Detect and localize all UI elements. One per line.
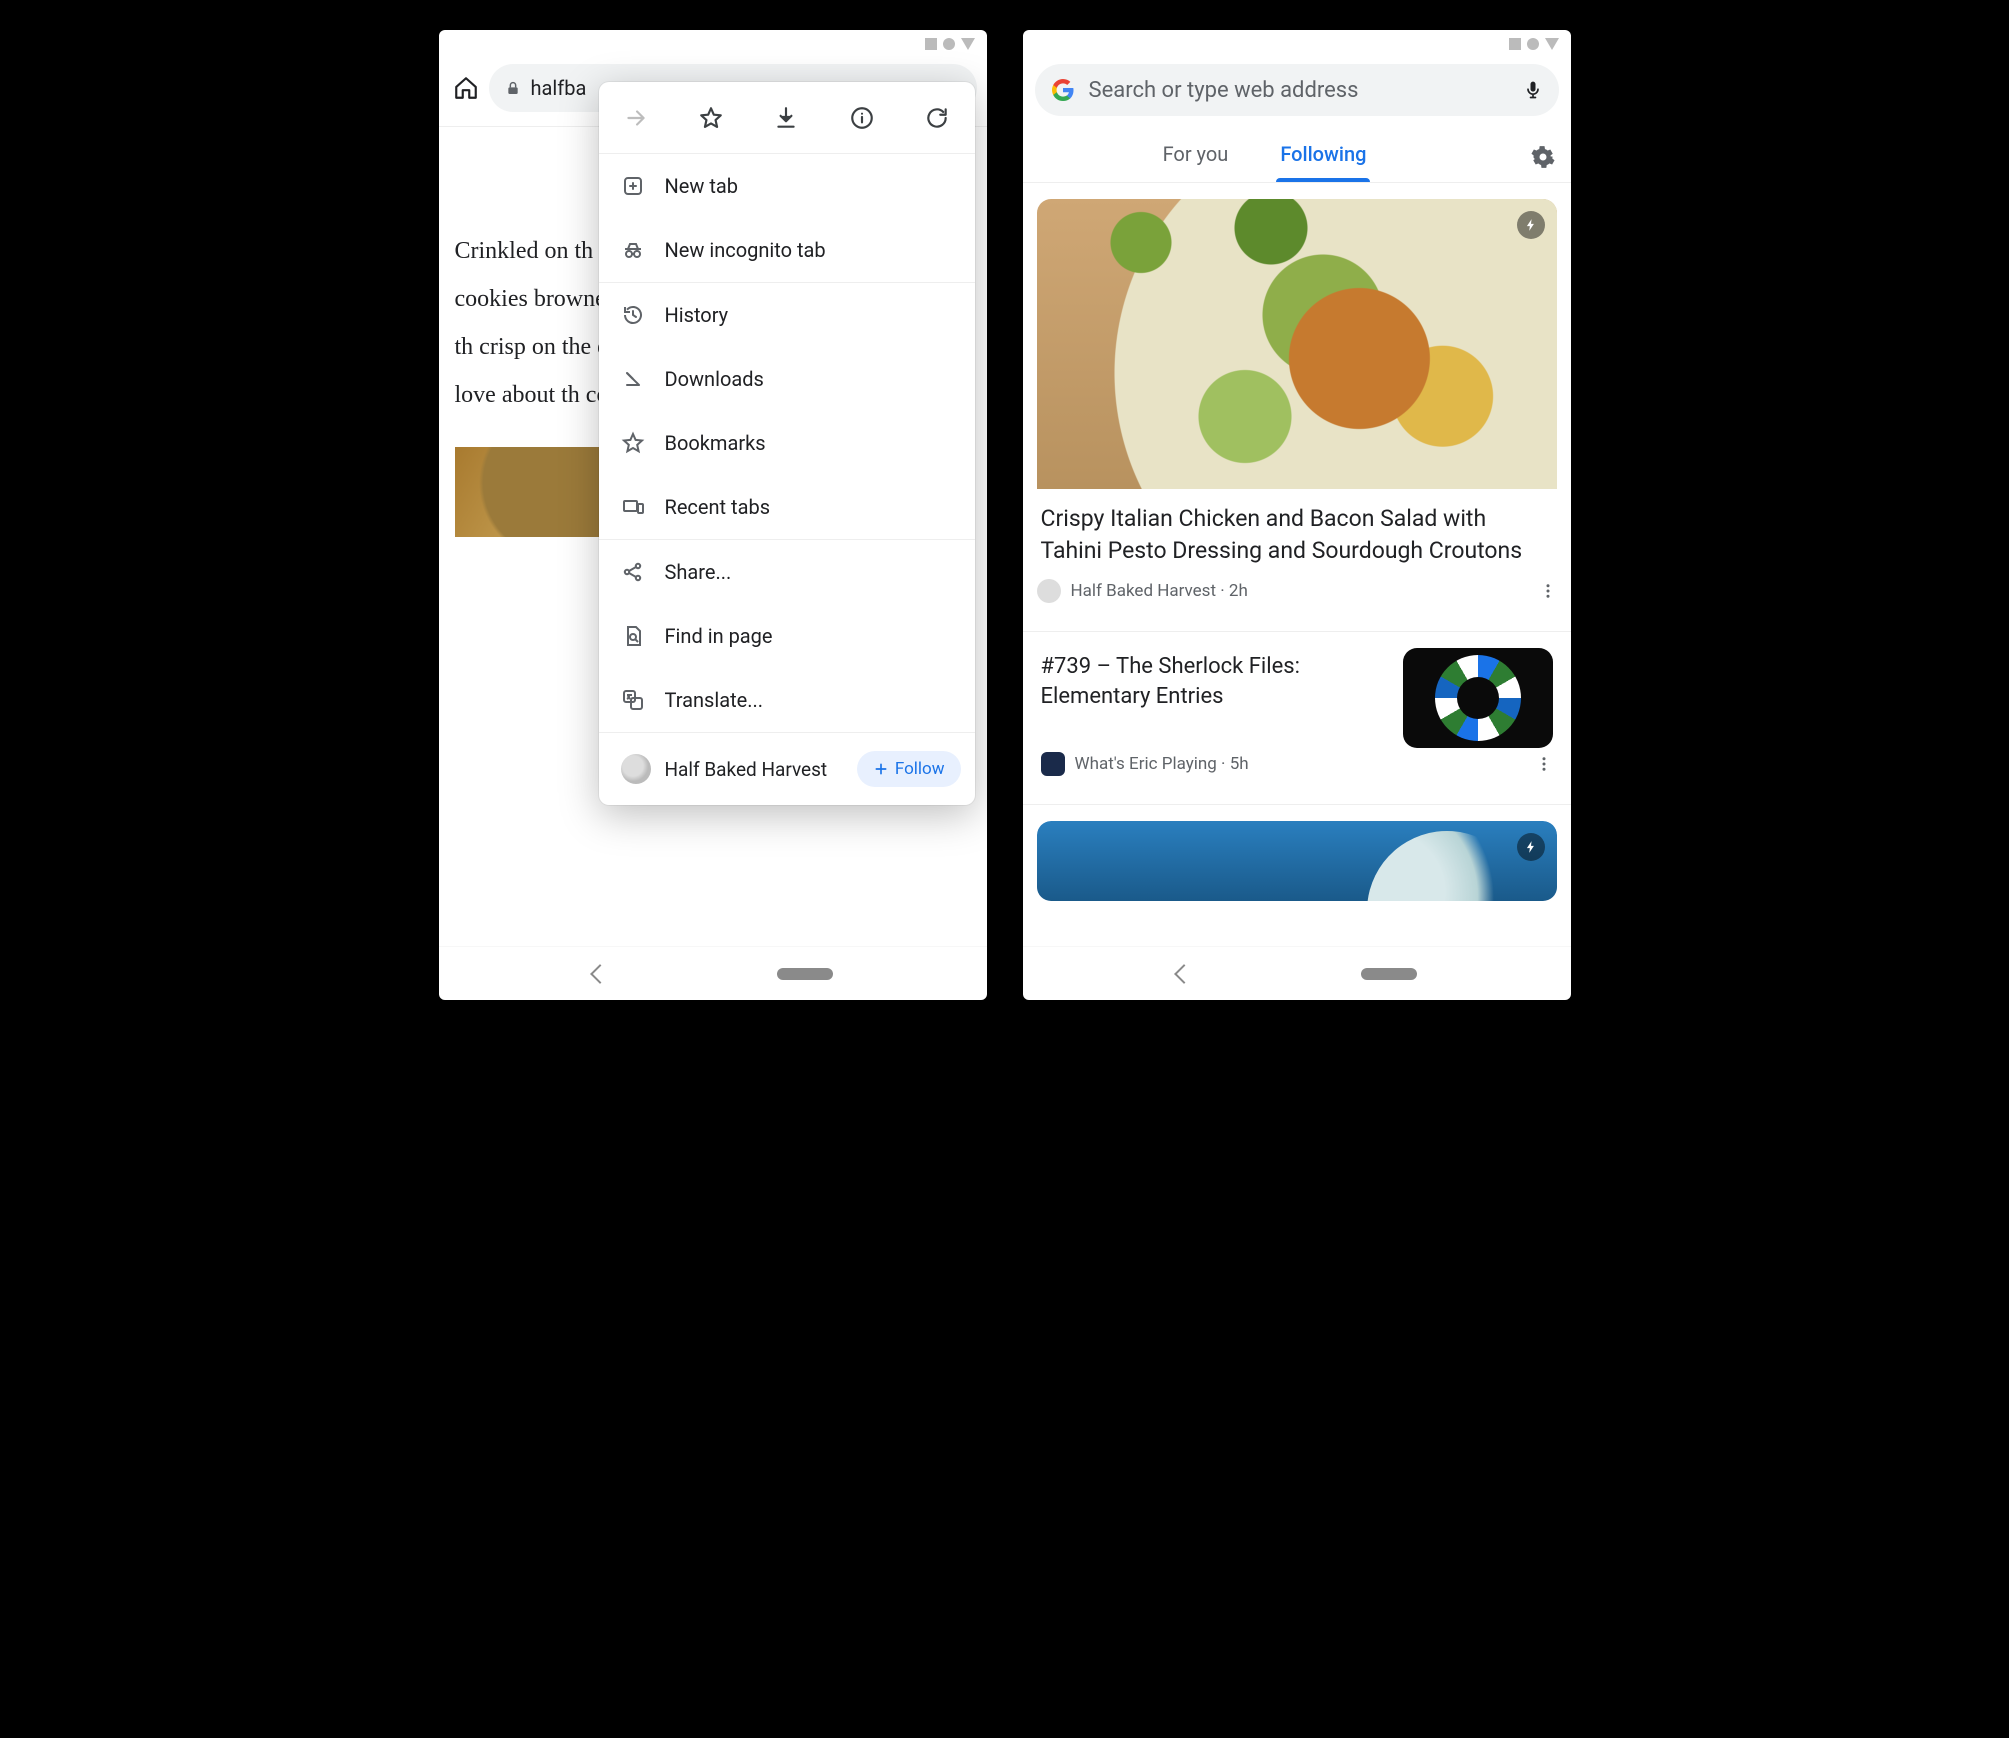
tab-following[interactable]: Following xyxy=(1276,132,1370,182)
menu-label: History xyxy=(665,303,729,327)
history-icon xyxy=(621,303,645,327)
menu-label: Translate... xyxy=(665,688,764,712)
menu-label: Recent tabs xyxy=(665,495,771,519)
translate-icon xyxy=(621,688,645,712)
menu-new-incognito[interactable]: New incognito tab xyxy=(599,218,975,282)
status-icon xyxy=(925,38,937,50)
incognito-icon xyxy=(621,238,645,262)
download-icon[interactable] xyxy=(773,105,799,131)
menu-label: Downloads xyxy=(665,367,764,391)
reload-icon[interactable] xyxy=(924,105,950,131)
follow-label: Follow xyxy=(895,759,945,779)
site-favicon xyxy=(621,754,651,784)
card-source: Half Baked Harvest · 2h xyxy=(1071,581,1529,601)
search-placeholder: Search or type web address xyxy=(1089,78,1509,103)
system-nav-bar xyxy=(1023,946,1571,1000)
find-page-icon xyxy=(621,624,645,648)
home-icon[interactable] xyxy=(453,75,479,101)
card-thumbnail xyxy=(1403,648,1553,748)
menu-bookmarks[interactable]: Bookmarks xyxy=(599,411,975,475)
card-meta: What's Eric Playing · 5h xyxy=(1041,748,1553,794)
menu-recent-tabs[interactable]: Recent tabs xyxy=(599,475,975,539)
menu-label: Share... xyxy=(665,560,732,584)
menu-label: New incognito tab xyxy=(665,238,826,262)
downloads-icon xyxy=(621,367,645,391)
nav-home-pill[interactable] xyxy=(777,968,833,980)
nav-back-icon[interactable] xyxy=(1174,964,1194,984)
menu-share[interactable]: Share... xyxy=(599,540,975,604)
status-icon xyxy=(1509,38,1521,50)
bookmark-star-icon xyxy=(621,431,645,455)
plus-icon xyxy=(873,761,889,777)
menu-follow-row: Half Baked Harvest Follow xyxy=(599,733,975,805)
star-icon[interactable] xyxy=(698,105,724,131)
card-title: Crispy Italian Chicken and Bacon Salad w… xyxy=(1037,489,1557,575)
status-icon xyxy=(943,38,955,50)
url-text: halfba xyxy=(531,76,587,100)
menu-downloads[interactable]: Downloads xyxy=(599,347,975,411)
status-icon xyxy=(1545,38,1559,50)
devices-icon xyxy=(621,495,645,519)
info-icon[interactable] xyxy=(849,105,875,131)
system-nav-bar xyxy=(439,946,987,1000)
menu-label: Bookmarks xyxy=(665,431,766,455)
status-bar xyxy=(439,30,987,58)
menu-translate[interactable]: Translate... xyxy=(599,668,975,732)
source-favicon xyxy=(1037,579,1061,603)
nav-back-icon[interactable] xyxy=(590,964,610,984)
card-source: What's Eric Playing · 5h xyxy=(1075,754,1525,774)
nav-home-pill[interactable] xyxy=(1361,968,1417,980)
feed-card[interactable]: Crispy Italian Chicken and Bacon Salad w… xyxy=(1037,199,1557,621)
feed-divider xyxy=(1023,804,1571,805)
search-row: Search or type web address xyxy=(1023,58,1571,128)
search-bar[interactable]: Search or type web address xyxy=(1035,64,1559,116)
more-vert-icon[interactable] xyxy=(1539,582,1557,600)
source-favicon xyxy=(1041,752,1065,776)
feed-card[interactable] xyxy=(1037,821,1557,901)
feed[interactable]: Crispy Italian Chicken and Bacon Salad w… xyxy=(1023,183,1571,946)
status-icon xyxy=(961,38,975,50)
menu-label: New tab xyxy=(665,174,739,198)
phone-right: Search or type web address For you Follo… xyxy=(1023,30,1571,1000)
forward-icon[interactable] xyxy=(623,105,649,131)
status-bar xyxy=(1023,30,1571,58)
follow-button[interactable]: Follow xyxy=(857,751,961,787)
status-icon xyxy=(1527,38,1539,50)
feed-divider xyxy=(1023,631,1571,632)
amp-badge-icon xyxy=(1517,833,1545,861)
google-logo-icon xyxy=(1051,78,1075,102)
card-title: #739 – The Sherlock Files: Elementary En… xyxy=(1041,648,1389,712)
lock-icon xyxy=(505,79,521,97)
card-image xyxy=(1037,821,1557,901)
tab-for-you[interactable]: For you xyxy=(1159,132,1233,182)
card-meta: Half Baked Harvest · 2h xyxy=(1037,575,1557,621)
follow-site-name: Half Baked Harvest xyxy=(665,758,843,781)
feed-tabs: For you Following xyxy=(1023,128,1571,183)
phone-left: halfba — HALF HAR Crinkled on th middle,… xyxy=(439,30,987,1000)
menu-label: Find in page xyxy=(665,624,773,648)
menu-history[interactable]: History xyxy=(599,283,975,347)
amp-badge-icon xyxy=(1517,211,1545,239)
overflow-menu: New tab New incognito tab History Downlo… xyxy=(599,82,975,805)
card-image xyxy=(1037,199,1557,489)
plus-box-icon xyxy=(621,174,645,198)
menu-new-tab[interactable]: New tab xyxy=(599,154,975,218)
menu-find-in-page[interactable]: Find in page xyxy=(599,604,975,668)
share-icon xyxy=(621,560,645,584)
more-vert-icon[interactable] xyxy=(1535,755,1553,773)
feed-card[interactable]: #739 – The Sherlock Files: Elementary En… xyxy=(1037,648,1557,794)
menu-icon-row xyxy=(599,82,975,154)
gear-icon[interactable] xyxy=(1531,145,1555,169)
mic-icon[interactable] xyxy=(1523,77,1543,103)
